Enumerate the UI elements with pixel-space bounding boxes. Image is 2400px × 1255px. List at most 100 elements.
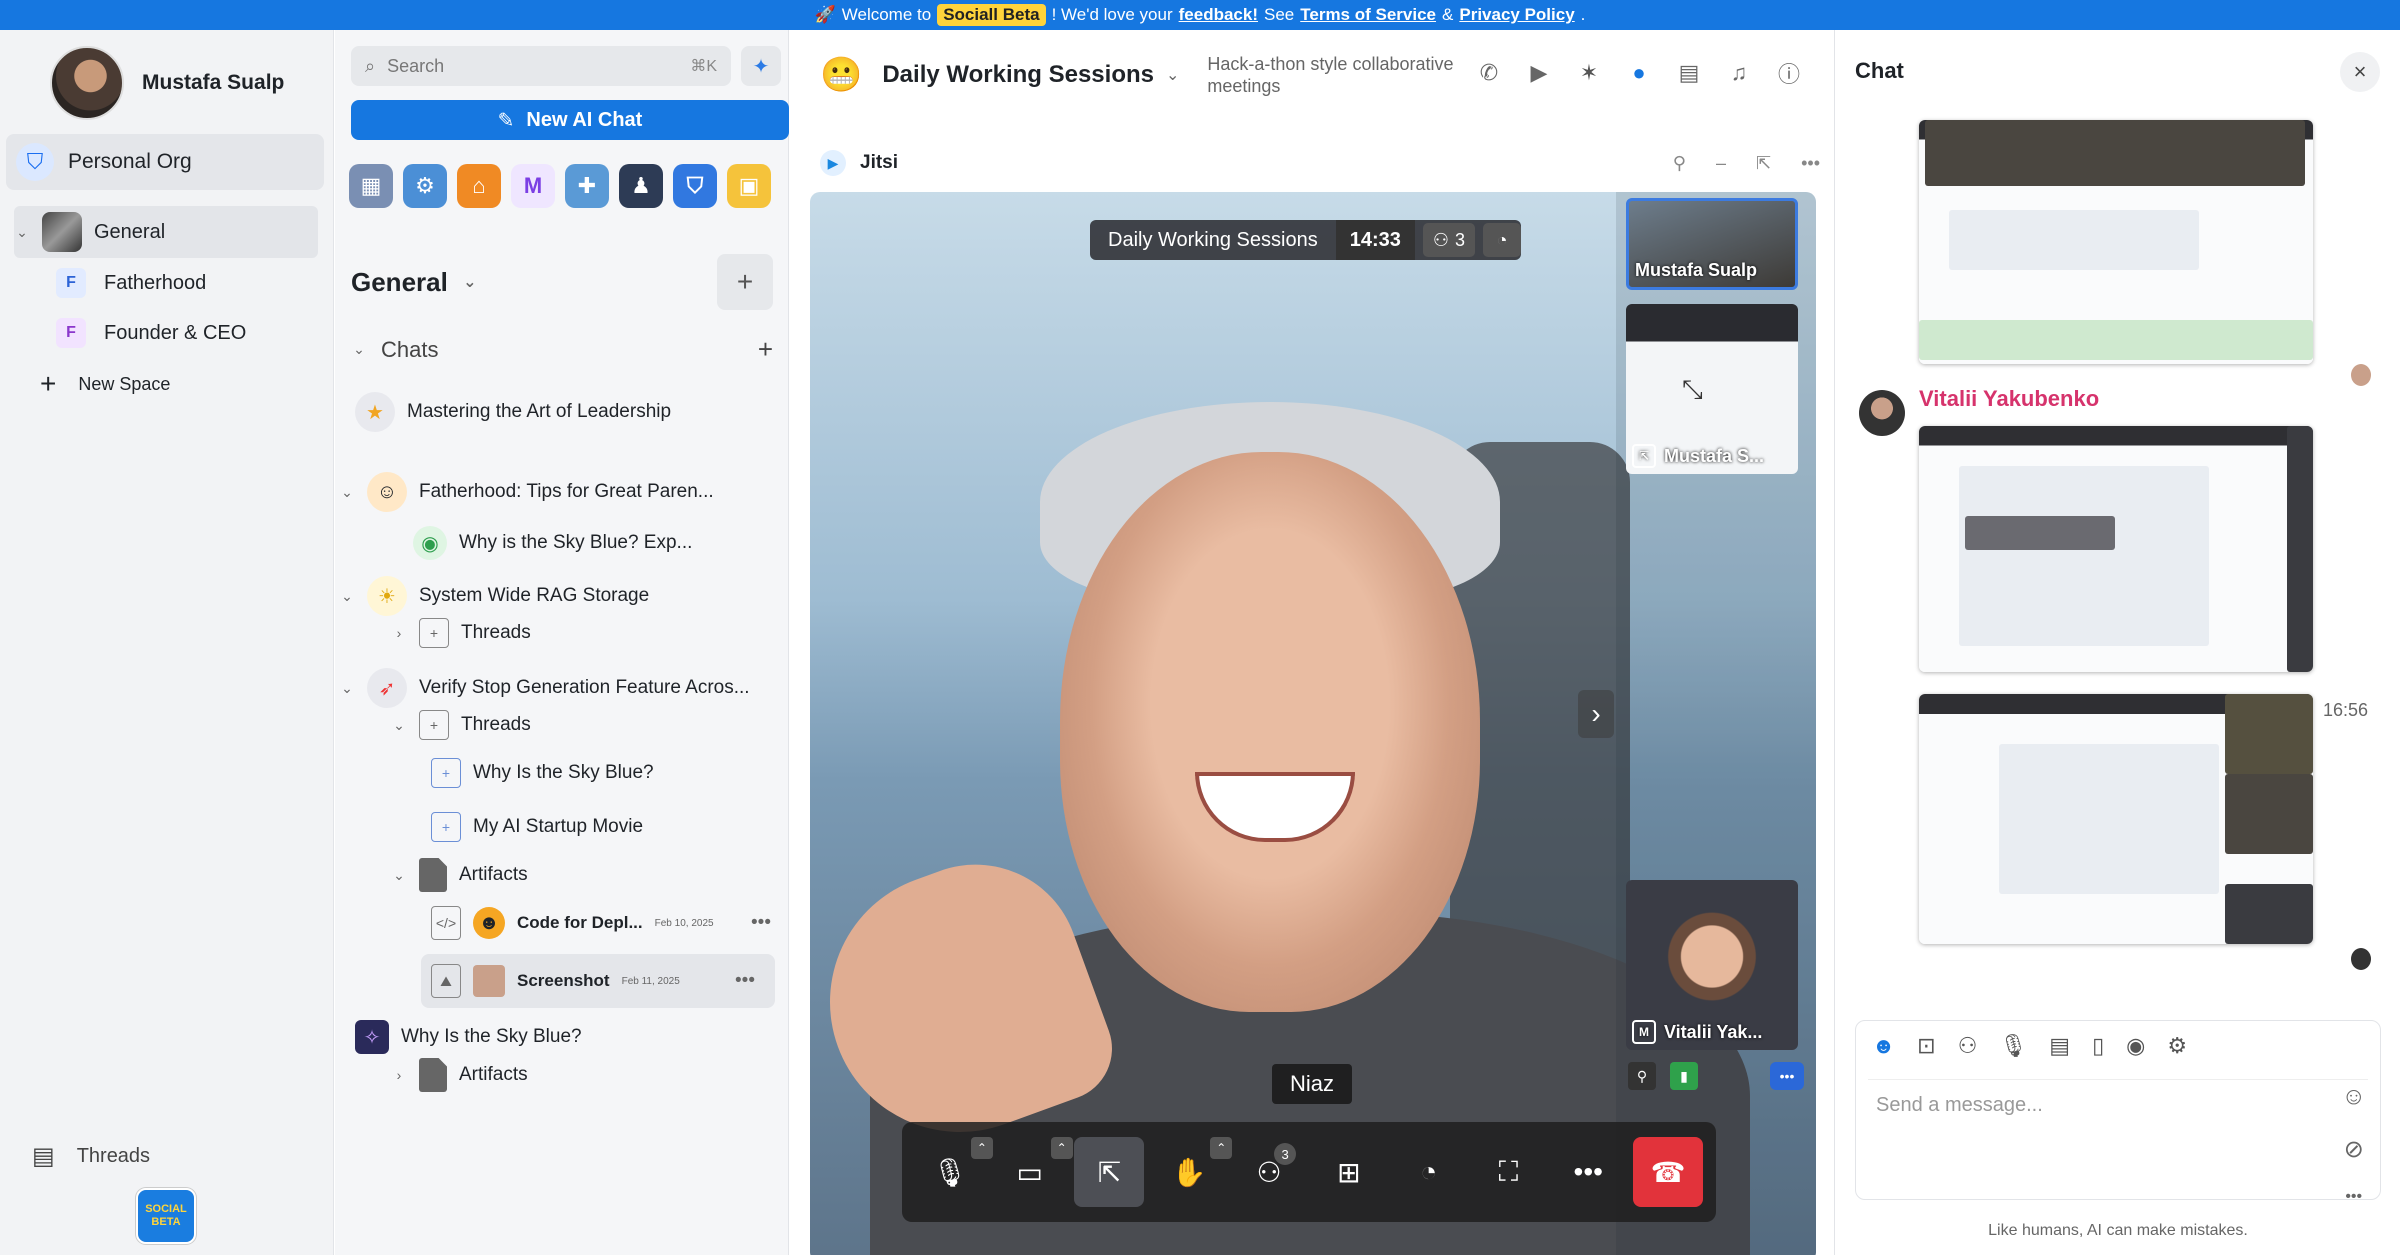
message-input[interactable]: Send a message... — [1868, 1079, 2368, 1193]
thread-item[interactable]: + Why Is the Sky Blue? — [431, 758, 654, 788]
pin-icon[interactable]: ⚲ — [1628, 1062, 1656, 1090]
chat-image-attachment[interactable] — [1919, 426, 2313, 672]
raise-hand-button[interactable]: ✋ ⌃ — [1154, 1137, 1233, 1207]
chevron-down-icon[interactable]: ⌄ — [1166, 65, 1179, 85]
chats-header[interactable]: ⌄ Chats + — [351, 334, 773, 365]
add-chat-icon[interactable]: + — [758, 334, 773, 365]
signal-icon[interactable]: ▮ — [1670, 1062, 1698, 1090]
thread-item[interactable]: + My AI Startup Movie — [431, 812, 643, 842]
attachment-icon[interactable]: ⊘ — [2344, 1135, 2364, 1164]
sparkle-icon[interactable]: ✶ — [1574, 58, 1604, 88]
end-call-button[interactable]: ☎ — [1633, 1137, 1704, 1207]
threads-group[interactable]: ⌄ + Threads — [391, 710, 531, 740]
info-icon[interactable]: ⓘ — [1774, 58, 1804, 88]
speed-icon[interactable]: ◔ — [1483, 223, 1522, 257]
app-home-icon[interactable]: ⌂ — [457, 164, 501, 208]
app-tools-icon[interactable]: ⚙ — [403, 164, 447, 208]
participant-tile[interactable]: Mustafa Sualp — [1626, 198, 1798, 290]
chevron-down-icon[interactable]: ⌄ — [391, 867, 407, 884]
chevron-up-icon[interactable]: ⌃ — [970, 1137, 993, 1159]
more-icon[interactable]: ••• — [751, 912, 771, 934]
performance-button[interactable]: ◔ — [1394, 1137, 1464, 1207]
phone-icon[interactable]: ✆ — [1474, 58, 1504, 88]
space-general[interactable]: ⌄ General — [14, 206, 318, 258]
chat-item[interactable]: ◉ Why is the Sky Blue? Exp... — [413, 526, 692, 560]
chevron-down-icon[interactable]: ⌄ — [339, 588, 355, 605]
document-icon[interactable]: ▯ — [2092, 1033, 2104, 1059]
microphone-button[interactable]: 🎙 ⌃ — [915, 1137, 993, 1207]
privacy-link[interactable]: Privacy Policy — [1459, 5, 1574, 25]
search-bar[interactable]: ⌕ Search ⌘K — [351, 46, 731, 86]
participants-count[interactable]: ⚇ 3 — [1422, 223, 1476, 257]
space-item-founder-ceo[interactable]: F Founder & CEO — [56, 318, 246, 348]
chat-item[interactable]: ✧ Why Is the Sky Blue? — [355, 1020, 582, 1054]
more-actions-button[interactable]: ••• — [1553, 1137, 1623, 1207]
tile-view-button[interactable]: ⊞ — [1314, 1137, 1384, 1207]
gear-icon[interactable]: ⚙ — [2167, 1033, 2187, 1059]
chat-image-attachment[interactable] — [1919, 120, 2313, 364]
feedback-link[interactable]: feedback! — [1179, 5, 1258, 25]
page-title[interactable]: Daily Working Sessions — [882, 61, 1154, 89]
more-icon[interactable]: ••• — [735, 970, 755, 992]
chevron-right-icon[interactable]: › — [1578, 690, 1614, 738]
video-stage[interactable]: Daily Working Sessions 14:33 ⚇ 3 ◔ Musta… — [810, 192, 1816, 1255]
threads-nav[interactable]: ▤ Threads — [32, 1142, 150, 1171]
app-shield-icon[interactable]: ⛉ — [673, 164, 717, 208]
chat-item[interactable]: ⌄ ☺ Fatherhood: Tips for Great Paren... — [339, 472, 714, 512]
chevron-up-icon[interactable]: ⌃ — [1210, 1137, 1233, 1159]
terms-link[interactable]: Terms of Service — [1300, 5, 1436, 25]
participant-tile[interactable]: ⤡ ⇱ Mustafa S... — [1626, 304, 1798, 474]
org-selector[interactable]: ⛉ Personal Org — [6, 134, 324, 190]
chat-bubble-icon[interactable]: ● — [1624, 58, 1654, 88]
user-profile[interactable]: Mustafa Sualp — [50, 46, 284, 120]
microphone-icon[interactable]: 🎙 — [1999, 1033, 2027, 1059]
pin-icon[interactable]: ⚲ — [1673, 153, 1686, 174]
fullscreen-button[interactable]: ⛶ — [1473, 1137, 1543, 1207]
emoji-icon[interactable]: ☺ — [2341, 1083, 2366, 1111]
app-store-icon[interactable]: ▣ — [727, 164, 771, 208]
record-icon[interactable]: ◉ — [2126, 1033, 2145, 1059]
new-space-button[interactable]: + New Space — [40, 370, 170, 398]
app-m-icon[interactable]: M — [511, 164, 555, 208]
chevron-right-icon[interactable]: › — [391, 1067, 407, 1083]
app-graduate-icon[interactable]: ♟ — [619, 164, 663, 208]
screenshot-icon[interactable]: ⊡ — [1917, 1033, 1935, 1059]
chat-image-attachment[interactable] — [1919, 694, 2313, 944]
robot-icon[interactable]: ☻ — [1872, 1033, 1895, 1059]
chevron-down-icon[interactable]: ⌄ — [391, 717, 407, 734]
chat-item[interactable]: ⌄ ➶ Verify Stop Generation Feature Acros… — [339, 668, 750, 708]
avatar[interactable] — [1859, 390, 1905, 436]
new-ai-chat-button[interactable]: ✎ New AI Chat — [351, 100, 789, 140]
artifacts-group[interactable]: › Artifacts — [391, 1058, 528, 1092]
chat-item[interactable]: ⌄ ☀ System Wide RAG Storage — [339, 576, 649, 616]
chevron-right-icon[interactable]: › — [391, 625, 407, 641]
chevron-down-icon[interactable]: ⌄ — [339, 484, 355, 501]
artifacts-group[interactable]: ⌄ Artifacts — [391, 858, 528, 892]
more-icon[interactable]: ••• — [1801, 153, 1820, 174]
section-title[interactable]: General — [351, 267, 448, 298]
artifact-item[interactable]: ⛰ Screenshot Feb 11, 2025 ••• — [421, 954, 775, 1008]
notes-icon[interactable]: ▤ — [2049, 1033, 2070, 1059]
close-icon[interactable]: × — [2340, 52, 2380, 92]
chevron-down-icon[interactable]: ⌄ — [339, 680, 355, 697]
search-input[interactable]: Search — [387, 56, 444, 77]
app-puzzle-icon[interactable]: ✚ — [565, 164, 609, 208]
more-icon[interactable]: ••• — [2345, 1188, 2362, 1206]
screen-share-button[interactable]: ⇱ — [1074, 1137, 1145, 1207]
sender-name[interactable]: Vitalii Yakubenko — [1919, 386, 2099, 412]
artifact-item[interactable]: </> ☻ Code for Depl... Feb 10, 2025 ••• — [431, 906, 771, 940]
add-user-icon[interactable]: ⚇ — [1958, 1033, 1978, 1059]
popout-icon[interactable]: ⇱ — [1756, 153, 1771, 174]
video-icon[interactable]: ▶ — [1524, 58, 1554, 88]
threads-icon[interactable]: ▤ — [1674, 58, 1704, 88]
participant-tile[interactable]: M Vitalii Yak... — [1626, 880, 1798, 1050]
chat-item[interactable]: ★ Mastering the Art of Leadership — [355, 392, 671, 432]
compass-icon[interactable]: ✦ — [741, 46, 781, 86]
add-button[interactable]: + — [717, 254, 773, 310]
more-icon[interactable]: ••• — [1770, 1062, 1804, 1090]
chevron-down-icon[interactable]: ⌄ — [351, 341, 367, 358]
chevron-up-icon[interactable]: ⌃ — [1050, 1137, 1073, 1159]
space-item-fatherhood[interactable]: F Fatherhood — [56, 268, 206, 298]
chevron-down-icon[interactable]: ⌄ — [462, 272, 478, 292]
avatar[interactable] — [50, 46, 124, 120]
